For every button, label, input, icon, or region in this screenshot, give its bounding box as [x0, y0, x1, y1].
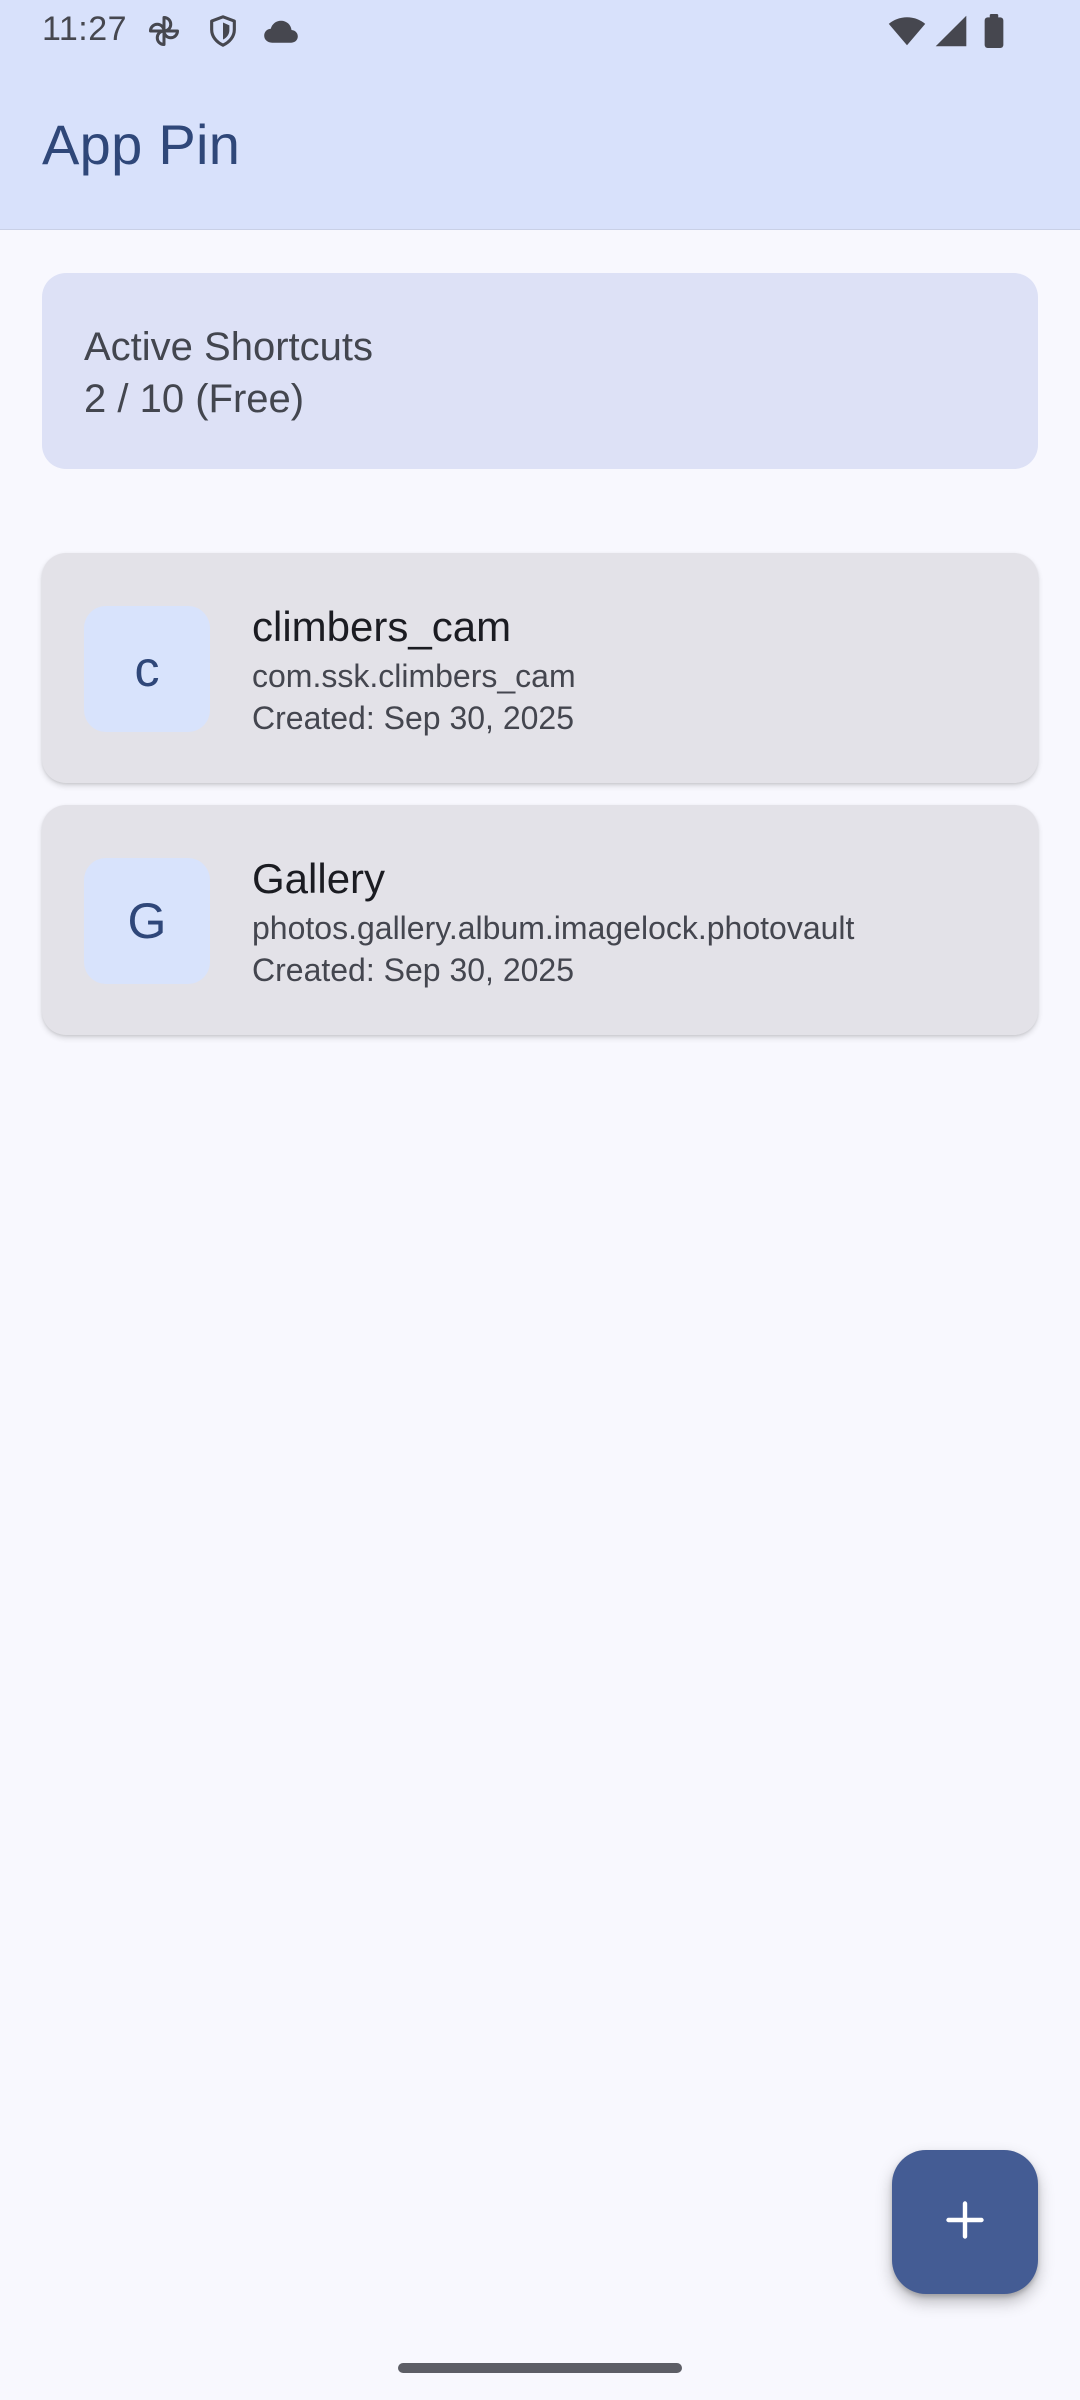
active-shortcuts-label: Active Shortcuts: [84, 325, 374, 369]
wifi-icon: [888, 12, 926, 50]
shortcut-item-climbers-cam[interactable]: c climbers_cam com.ssk.climbers_cam Crea…: [42, 553, 1038, 783]
pinwheel-icon: [145, 12, 183, 50]
shortcut-avatar: G: [84, 858, 210, 984]
app-title: App Pin: [42, 113, 241, 176]
add-icon: [943, 2198, 987, 2247]
add-shortcut-button[interactable]: [892, 2150, 1038, 2294]
shortcut-avatar: c: [84, 606, 210, 732]
shortcut-item-gallery[interactable]: G Gallery photos.gallery.album.imagelock…: [42, 805, 1038, 1035]
shortcut-name: Gallery: [252, 855, 386, 902]
status-time: 11:27: [42, 10, 128, 48]
active-shortcuts-card: Active Shortcuts 2 / 10 (Free): [42, 273, 1038, 469]
shortcut-created-date: Created: Sep 30, 2025: [252, 700, 575, 736]
shortcut-created-date: Created: Sep 30, 2025: [252, 952, 575, 988]
shield-icon: [204, 12, 242, 50]
battery-icon: [975, 12, 1013, 50]
shortcut-package: com.ssk.climbers_cam: [252, 658, 576, 694]
gesture-navigation-bar[interactable]: [398, 2363, 682, 2373]
cellular-signal-icon: [932, 12, 970, 50]
status-bar: 11:27: [0, 0, 1080, 62]
shortcut-name: climbers_cam: [252, 603, 512, 650]
shortcut-package: photos.gallery.album.imagelock.photovaul…: [252, 910, 855, 946]
top-app-bar: 11:27 App Pin: [0, 0, 1080, 230]
cloud-icon: [262, 12, 300, 50]
active-shortcuts-count: 2 / 10 (Free): [84, 377, 305, 421]
